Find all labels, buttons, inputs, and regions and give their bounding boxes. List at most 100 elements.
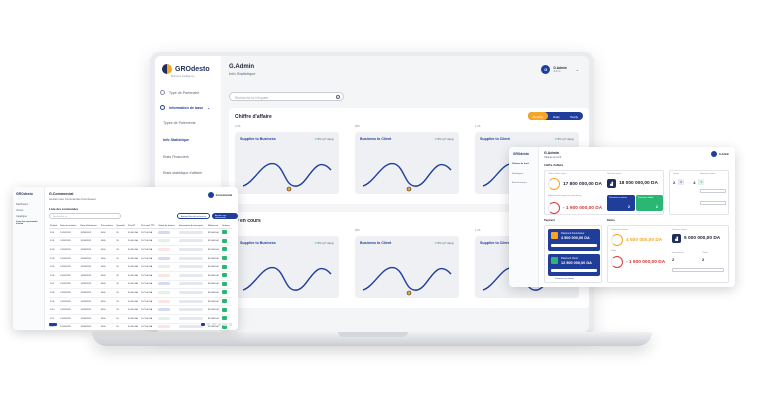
table-row[interactable]: P-08 12/02/2023 12/03/2023 4500 20 90 000 DA 1… <box>49 288 232 298</box>
toggle-daily[interactable]: Daily <box>548 112 565 120</box>
table-row[interactable]: P-10 12/02/2023 12/03/2023 4500 20 90 000 DA 1… <box>49 305 232 315</box>
sidebar-item-ventes[interactable]: Ventes <box>16 209 23 212</box>
user-menu[interactable]: G.Commercial <box>207 192 232 198</box>
edit-button[interactable] <box>222 230 228 235</box>
stat-card[interactable]: Business to Client ↗ 8% (27 days) <box>355 236 459 298</box>
stat-card[interactable]: Supplier to Business ↗ 8% (27 days) <box>235 132 339 194</box>
user-menu[interactable]: G.Admin <box>711 151 729 157</box>
search-icon[interactable] <box>335 94 340 99</box>
edit-button[interactable] <box>222 238 228 243</box>
sidebar-item-etats[interactable]: Etats financiers <box>512 182 527 184</box>
table-cell: 107 100 DA <box>140 262 158 272</box>
section-title: Payment <box>544 219 555 222</box>
add-order-button[interactable]: Ajouter une commande <box>212 213 238 219</box>
actions-cell <box>221 280 232 290</box>
status-cell <box>157 314 178 324</box>
section-title: Dettes <box>607 219 615 222</box>
table-cell: BT-0001-00 <box>206 280 222 290</box>
table-row[interactable]: P-09 12/02/2023 12/03/2023 4500 20 90 000 DA 1… <box>49 297 232 307</box>
chart-icon: ▟ <box>607 179 616 188</box>
app-logo[interactable]: GROdesto <box>513 152 529 156</box>
status-cell <box>157 280 178 290</box>
page-button[interactable] <box>212 322 216 326</box>
toggle-yearly[interactable]: Yearly <box>565 112 583 120</box>
table-cell: P-10 <box>49 305 60 315</box>
stat-card[interactable]: Business to Client ↗ 8% (27 days) <box>355 132 459 194</box>
toggle-monthly[interactable]: Monthly <box>527 112 549 120</box>
table-cell: 12/02/2023 <box>59 245 80 255</box>
debts-box: Dettes fournisseurs 4 500 000,00 DA Créa… <box>607 225 729 283</box>
period-toggle[interactable]: Monthly Daily Yearly <box>527 112 583 120</box>
transport-info-bar <box>178 290 203 294</box>
sidebar-item-tableau[interactable]: Tableau de bord <box>512 163 529 165</box>
table-cell: P-04 <box>49 254 60 264</box>
search-input[interactable]: Rechercher ici <box>49 213 121 219</box>
page-button[interactable] <box>206 322 210 326</box>
logo-subtitle: Business intelligence <box>171 75 195 78</box>
mini-label: Clients <box>702 252 709 254</box>
user-menu[interactable]: G G.Admin Admin ⌄ <box>541 65 579 74</box>
edit-button[interactable] <box>222 273 228 278</box>
table-row[interactable]: P-03 12/02/2023 12/03/2023 4500 20 90 000 DA 1… <box>49 245 232 255</box>
status-cell <box>157 254 178 264</box>
sidebar-item-commandes[interactable]: Liste des commandes d'achat <box>16 221 43 225</box>
page-button[interactable] <box>228 322 232 326</box>
page-button[interactable] <box>217 322 221 326</box>
status-cell <box>157 305 178 315</box>
table-row[interactable]: P-05 12/02/2023 12/03/2023 4500 20 90 000 DA 1… <box>49 262 232 272</box>
edit-button[interactable] <box>222 316 228 321</box>
validated-payments-card[interactable]: Paiements validés 2 <box>636 195 663 211</box>
table-row[interactable]: P-02 12/02/2023 12/03/2023 4500 20 90 000 DA 1… <box>49 237 232 247</box>
table-cell: 107 100 DA <box>140 254 158 264</box>
edit-button[interactable] <box>222 307 228 312</box>
sidebar-item-etats-financiers[interactable]: Etats Financiers <box>163 155 189 159</box>
sidebar-item-information-de-base[interactable]: Information de base ⌄ <box>160 105 210 110</box>
avatar: G <box>541 65 551 74</box>
edit-button[interactable] <box>222 264 228 269</box>
sidebar-item-dashboard[interactable]: Dashboard <box>16 203 28 206</box>
status-badge <box>158 290 171 294</box>
pending-payments-card[interactable]: Paiements en attente 2 <box>607 195 635 211</box>
table-cell: 20 <box>115 228 127 238</box>
table-cell: 12/02/2023 <box>59 297 80 307</box>
sidebar-item-etats-statistique[interactable]: Etats statistique d'affaire <box>163 171 202 175</box>
table-row[interactable]: P-07 12/02/2023 12/03/2023 4500 20 90 000 DA 1… <box>49 280 232 290</box>
sidebar-item-catalogue[interactable]: Catalogue <box>16 215 27 218</box>
search-input[interactable]: Recherche ici n'importe <box>229 92 344 101</box>
app-logo[interactable]: GROdesto <box>162 64 210 74</box>
revenue-net-label: Total des ventes <box>607 173 622 175</box>
table-cell: 20 <box>115 314 127 324</box>
table-cell: 90 000 DA <box>127 288 141 298</box>
pending-payments-link[interactable]: Paiements en attente <box>555 278 574 280</box>
table-cell: 107 100 DA <box>140 271 158 281</box>
edit-button[interactable] <box>222 256 228 261</box>
card-title: Supplier to Business <box>240 137 276 141</box>
table-row[interactable]: P-01 12/02/2023 12/03/2023 4500 20 90 000 DA 1… <box>49 228 232 238</box>
trend-up-icon: ↗ <box>314 241 317 245</box>
client-payment-card[interactable]: Paiement Client 12 500 000,00 DA <box>548 254 600 276</box>
sidebar-item-types-paiements[interactable]: Types de Paiements <box>163 121 196 125</box>
stat-card[interactable]: Supplier to Business ↗ 8% (27 days) <box>235 236 339 298</box>
supplier-payment-card[interactable]: Paiement Fournisseur 4 500 000,00 DA <box>548 229 600 251</box>
sidebar-item-statistiques[interactable]: Statistiques <box>512 173 523 175</box>
app-logo[interactable]: GROdesto <box>16 192 33 196</box>
avatar <box>207 192 214 198</box>
table-cell: 12/02/2023 <box>59 314 80 324</box>
table-row[interactable]: P-06 12/02/2023 12/03/2023 4500 20 90 000 DA 1… <box>49 271 232 281</box>
transport-cell <box>177 288 207 298</box>
transport-info-bar <box>178 273 203 277</box>
page-button[interactable] <box>201 322 205 326</box>
edit-button[interactable] <box>222 290 228 295</box>
sidebar-item-info-statistique[interactable]: Info Statistique <box>163 138 189 142</box>
add-filter-button[interactable]: Ajouter filtre de recherche <box>177 213 211 219</box>
prev-page-button[interactable] <box>49 322 57 326</box>
edit-button[interactable] <box>222 299 228 304</box>
edit-button[interactable] <box>222 247 228 252</box>
table-cell: 12/03/2023 <box>79 323 100 330</box>
card-value: 2 <box>655 205 658 209</box>
page-button[interactable] <box>223 322 227 326</box>
column-label: 865 <box>355 228 360 232</box>
table-row[interactable]: P-04 12/02/2023 12/03/2023 4500 20 90 000 DA 1… <box>49 254 232 264</box>
sidebar-item-type-partenaire[interactable]: Type de Partenaire <box>160 90 199 95</box>
edit-button[interactable] <box>222 281 228 286</box>
